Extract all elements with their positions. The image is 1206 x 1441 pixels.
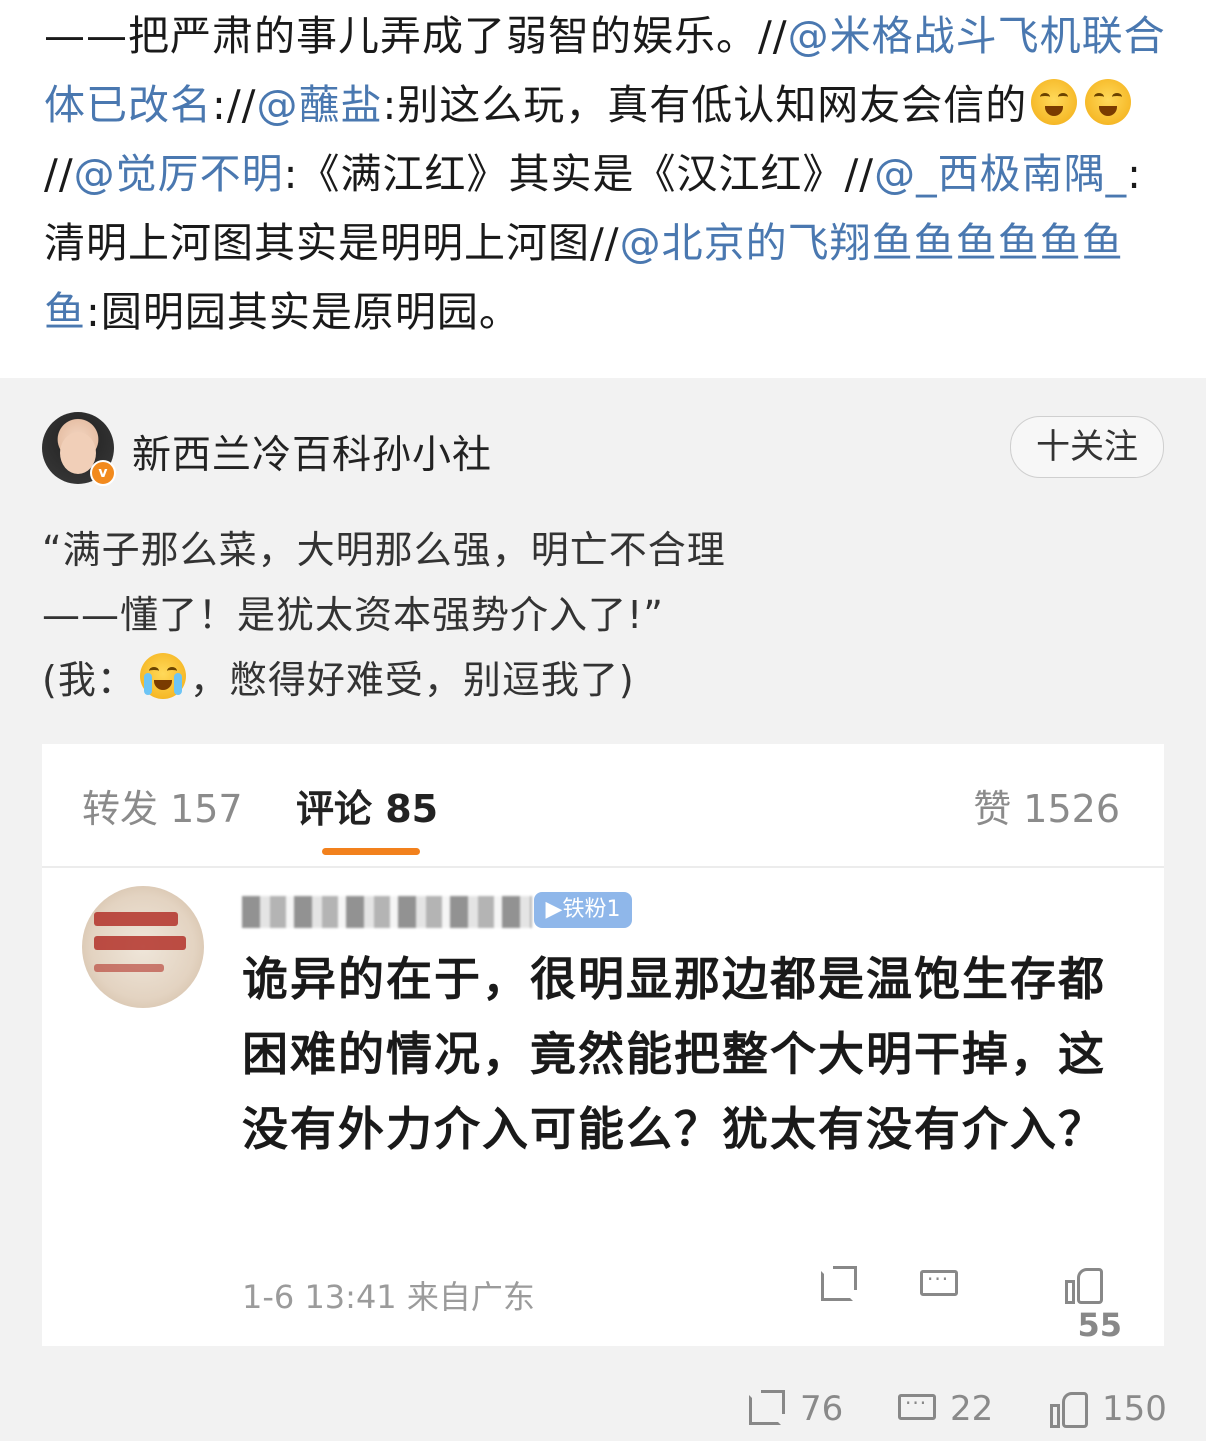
share-icon [818, 1264, 860, 1306]
comment-item: ▶铁粉1 诡异的在于，很明显那边都是温饱生存都困难的情况，竟然能把整个大明干掉，… [42, 868, 1164, 1346]
post-action-bar: 76 22 150 [0, 1388, 1206, 1438]
author-name[interactable]: 新西兰冷百科孙小社 [132, 424, 492, 480]
comment-text: 诡异的在于，很明显那边都是温饱生存都困难的情况，竟然能把整个大明干掉，这没有外力… [242, 952, 1106, 1156]
avatar-decoration [94, 936, 186, 950]
comment-like-button[interactable]: 55 [1063, 1264, 1122, 1344]
avatar-decoration [94, 912, 178, 926]
post-line-3-end: ，憋得好难受，别逗我了) [189, 658, 635, 702]
comment-icon [896, 1388, 938, 1430]
mention-link-4[interactable]: @_西极南隅_ [874, 150, 1127, 198]
comment-share-button[interactable] [818, 1264, 860, 1314]
crying-emoji-icon [139, 653, 186, 699]
repost-text-5: :《满江红》其实是《汉江红》// [283, 150, 875, 198]
comment-reply-button[interactable] [918, 1264, 960, 1314]
comment-icon [918, 1264, 960, 1306]
post-line-1: “满子那么菜，大明那么强，明亡不合理 [42, 528, 726, 572]
like-count: 150 [1102, 1389, 1167, 1429]
post-body: “满子那么菜，大明那么强，明亡不合理 ——懂了！是犹太资本强势介入了!” (我：… [42, 518, 1162, 713]
repost-text-7: :圆明园其实是原明园。 [86, 288, 521, 336]
author-row: v 新西兰冷百科孙小社 十关注 [42, 412, 1164, 488]
commenter-name-blurred[interactable] [242, 896, 532, 928]
post-tabs: 转发 157 评论 85 赞 1526 [42, 744, 1164, 866]
tab-reposts[interactable]: 转发 157 [82, 778, 243, 833]
repost-text-4: // [44, 150, 74, 198]
fan-badge-label: 铁粉1 [562, 897, 621, 922]
post-line-2: ——懂了！是犹太资本强势介入了!” [42, 593, 664, 637]
comment-like-count: 55 [1077, 1306, 1122, 1344]
comment-button[interactable]: 22 [896, 1388, 993, 1430]
tab-likes[interactable]: 赞 1526 [973, 778, 1120, 833]
commenter-avatar[interactable] [82, 886, 204, 1008]
repost-text-1: ——把严肃的事儿弄成了弱智的娱乐。// [44, 12, 788, 60]
repost-text-3: :别这么玩，真有低认知网友会信的 [382, 81, 1028, 129]
author-avatar[interactable]: v [42, 412, 116, 486]
laugh-cry-emoji-icon [1031, 79, 1078, 125]
share-icon [746, 1388, 788, 1430]
laugh-cry-emoji-icon [1085, 79, 1132, 125]
mention-link-2[interactable]: @蘸盐 [256, 81, 382, 129]
repost-chain-section: ——把严肃的事儿弄成了弱智的娱乐。//@米格战斗飞机联合体已改名://@蘸盐:别… [0, 0, 1206, 378]
tab-comments[interactable]: 评论 85 [296, 778, 438, 833]
avatar-decoration [94, 964, 164, 972]
comment-meta: 1-6 13:41 来自广东 [242, 1278, 535, 1316]
post-line-3: (我： ，憋得好难受，别逗我了) [42, 648, 1162, 713]
fan-badge-icon: ▶ [545, 897, 563, 922]
original-post: v 新西兰冷百科孙小社 十关注 “满子那么菜，大明那么强，明亡不合理 ——懂了！… [0, 378, 1206, 1441]
like-button[interactable]: 150 [1048, 1388, 1167, 1430]
follow-button[interactable]: 十关注 [1010, 416, 1164, 478]
verified-badge-icon: v [90, 460, 116, 486]
thumbs-up-icon [1048, 1388, 1090, 1430]
repost-chain-text: ——把严肃的事儿弄成了弱智的娱乐。//@米格战斗飞机联合体已改名://@蘸盐:别… [44, 2, 1174, 347]
fan-level-badge: ▶铁粉1 [534, 892, 632, 928]
mention-link-3[interactable]: @觉厉不明 [74, 150, 284, 198]
repost-count: 76 [800, 1389, 844, 1429]
thumbs-up-icon [1063, 1264, 1105, 1306]
post-line-3-start: (我： [42, 658, 136, 702]
repost-button[interactable]: 76 [746, 1388, 843, 1430]
comment-count: 22 [950, 1389, 994, 1429]
active-tab-indicator [322, 848, 420, 855]
repost-text-2: :// [212, 81, 257, 129]
